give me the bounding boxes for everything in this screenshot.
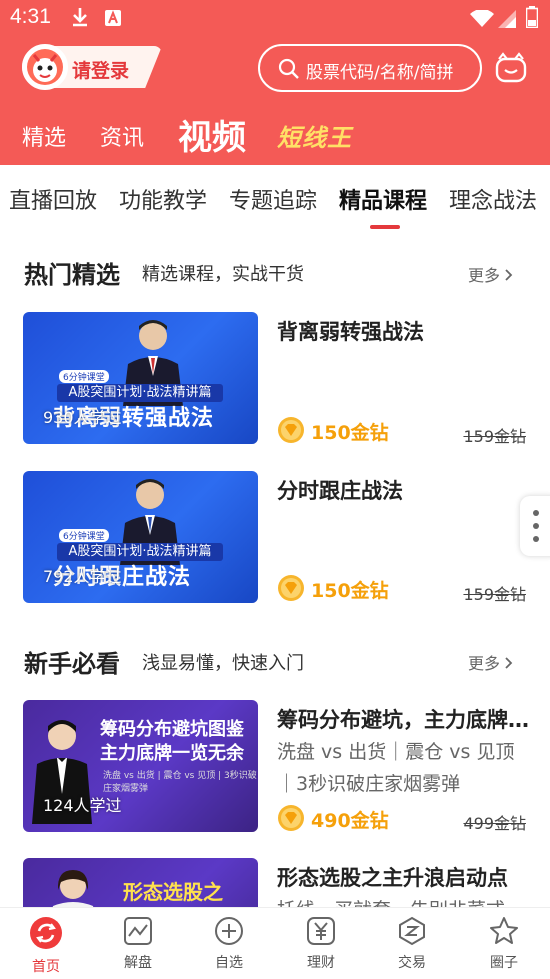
nav-trade[interactable]: 交易 bbox=[366, 916, 458, 972]
sub-tabs: 直播回放 功能教学 专题追踪 精品课程 理念战法 bbox=[0, 165, 550, 231]
course-thumbnail[interactable]: 筹码分布避坑图鉴 主力底牌一览无余 洗盘 vs 出货 | 震仓 vs 见顶 | … bbox=[23, 700, 258, 832]
section-title: 新手必看 bbox=[24, 650, 120, 678]
nav-community[interactable]: 圈子 bbox=[458, 916, 550, 972]
original-price: 159金钻 bbox=[463, 585, 526, 604]
avatar[interactable] bbox=[22, 44, 68, 90]
nav-label: 交易 bbox=[398, 955, 426, 971]
star-icon bbox=[490, 917, 518, 944]
chevron-right-icon bbox=[505, 269, 513, 281]
course-description: 托线，买就套，告别韭菜式 bbox=[277, 894, 532, 907]
nav-label: 首页 bbox=[32, 959, 60, 975]
course-price: 150金钻 bbox=[311, 422, 389, 444]
section-title: 热门精选 bbox=[24, 261, 120, 289]
trade-icon bbox=[399, 916, 425, 946]
course-thumbnail[interactable]: 6分钟课堂 A股突围计划·战法精讲篇 分时跟庄战法 792人学过 bbox=[23, 471, 258, 603]
thumbnail-title: 筹码分布避坑图鉴 主力底牌一览无余 bbox=[100, 719, 244, 764]
course-title[interactable]: 筹码分布避坑，主力底牌一览无余 bbox=[277, 704, 532, 734]
tab-video[interactable]: 视频 bbox=[178, 110, 246, 159]
nav-label: 圈子 bbox=[490, 955, 518, 971]
chevron-right-icon bbox=[505, 657, 513, 669]
header-tabs: 精选 资讯 视频 短线王 bbox=[0, 108, 550, 158]
original-price: 159金钻 bbox=[463, 427, 526, 446]
subtab-live-replay[interactable]: 直播回放 bbox=[9, 183, 97, 215]
yen-icon bbox=[307, 917, 335, 945]
floating-menu-handle[interactable] bbox=[520, 496, 550, 556]
signal-icon bbox=[498, 10, 516, 28]
course-title[interactable]: 背离弱转强战法 bbox=[277, 316, 532, 346]
course-price: 150金钻 bbox=[311, 580, 389, 602]
nav-watchlist[interactable]: 自选 bbox=[183, 916, 275, 972]
original-price: 499金钻 bbox=[463, 814, 526, 833]
learner-count: 792人学过 bbox=[43, 567, 122, 586]
section-subtitle: 精选课程，实战干货 bbox=[142, 264, 304, 285]
tab-news[interactable]: 资讯 bbox=[100, 120, 144, 152]
tab-short-term-king[interactable]: 短线王 bbox=[277, 118, 352, 153]
nav-label: 解盘 bbox=[124, 955, 152, 971]
subtab-feature-tutorial[interactable]: 功能教学 bbox=[119, 183, 207, 215]
status-bar: 4:31 bbox=[0, 0, 550, 38]
gold-diamond-icon bbox=[278, 575, 304, 601]
thumbnail-title: 形态选股之 bbox=[123, 880, 223, 904]
login-label[interactable]: 请登录 bbox=[72, 56, 129, 83]
active-tab-indicator bbox=[370, 225, 400, 229]
add-icon bbox=[215, 917, 243, 945]
nav-home[interactable]: 首页 bbox=[0, 916, 92, 976]
nav-label: 自选 bbox=[215, 955, 243, 971]
thumbnail-strip: 洗盘 vs 出货 | 震仓 vs 见顶 | 3秒识破庄家烟雾弹 bbox=[103, 771, 257, 794]
search-placeholder: 股票代码/名称/简拼 bbox=[306, 63, 454, 83]
more-link[interactable]: 更多 bbox=[468, 262, 513, 286]
section-subtitle: 浅显易懂，快速入门 bbox=[142, 653, 304, 674]
nav-label: 理财 bbox=[307, 955, 335, 971]
subtab-strategy[interactable]: 理念战法 bbox=[449, 183, 537, 215]
nav-wealth[interactable]: 理财 bbox=[275, 916, 367, 972]
learner-count: 124人学过 bbox=[43, 796, 122, 815]
app-notification-icon bbox=[105, 10, 121, 26]
mascot-icon bbox=[27, 49, 63, 85]
course-description: 洗盘 vs 出货｜震仓 vs 见顶｜3秒识破庄家烟雾弹 bbox=[277, 741, 515, 795]
nav-analysis[interactable]: 解盘 bbox=[92, 916, 184, 972]
status-time: 4:31 bbox=[10, 5, 51, 28]
gold-diamond-icon bbox=[278, 417, 304, 443]
course-price: 490金钻 bbox=[311, 810, 389, 832]
app-header: 4:31 请登录 股票代码/名称/简拼 精选 资讯 视频 短线王 bbox=[0, 0, 550, 165]
course-thumbnail[interactable]: 6分钟课堂 A股突围计划·战法精讲篇 背离弱转强战法 930人学过 bbox=[23, 312, 258, 444]
gold-diamond-icon bbox=[278, 805, 304, 831]
course-title[interactable]: 分时跟庄战法 bbox=[277, 475, 532, 505]
subtab-premium-courses[interactable]: 精品课程 bbox=[339, 183, 427, 215]
more-link[interactable]: 更多 bbox=[468, 650, 513, 674]
home-icon bbox=[30, 917, 62, 949]
learner-count: 930人学过 bbox=[43, 408, 122, 427]
course-tag: 6分钟课堂 bbox=[59, 370, 109, 383]
search-icon bbox=[278, 58, 299, 79]
robot-service-icon[interactable] bbox=[494, 50, 528, 84]
search-box[interactable]: 股票代码/名称/简拼 bbox=[258, 44, 482, 92]
course-tag: 6分钟课堂 bbox=[59, 529, 109, 542]
bottom-nav: 首页 解盘 自选 理财 交易 圈子 bbox=[0, 907, 550, 979]
chart-icon bbox=[124, 917, 152, 945]
download-icon bbox=[73, 8, 87, 27]
course-title[interactable]: 形态选股之主升浪启动点 bbox=[277, 862, 532, 892]
tab-featured[interactable]: 精选 bbox=[22, 120, 66, 152]
subtab-topic-tracking[interactable]: 专题追踪 bbox=[229, 183, 317, 215]
wifi-icon bbox=[470, 10, 494, 27]
battery-icon bbox=[526, 6, 538, 28]
